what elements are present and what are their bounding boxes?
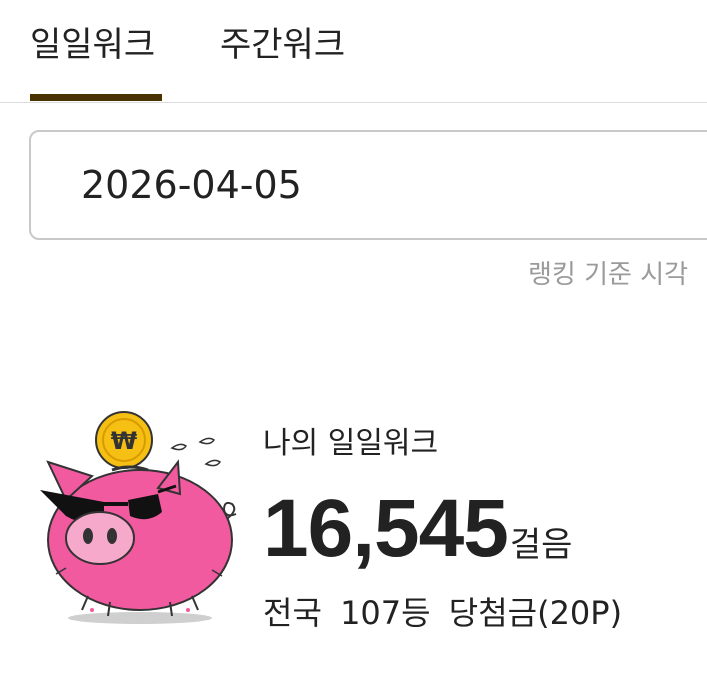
- svg-text:₩: ₩: [111, 427, 138, 455]
- selected-tab-indicator: [30, 94, 162, 101]
- coin-icon: ₩: [95, 411, 153, 469]
- tab-bar: 일일워크 주간워크: [0, 0, 707, 103]
- tab-daily-walk[interactable]: 일일워크: [30, 22, 155, 68]
- date-picker-field[interactable]: 2026-04-05: [29, 130, 707, 240]
- ranking-time-note: 랭킹 기준 시각: [528, 260, 689, 290]
- mascot-shadow: [68, 612, 212, 624]
- rank-summary: 전국 107등 당첨금(20P): [263, 588, 622, 634]
- step-count: 16,545걸음: [263, 482, 572, 576]
- step-count-unit: 걸음: [509, 525, 573, 565]
- sweat-drops-icon: [170, 437, 222, 467]
- my-daily-walk-title: 나의 일일워크: [263, 426, 439, 461]
- pig-piggy-bank-icon: ₩: [40, 411, 237, 624]
- rank-scope: 전국: [263, 594, 322, 632]
- rank-position: 107등: [340, 594, 431, 632]
- prize-amount: 당첨금(20P): [448, 594, 623, 632]
- step-count-value: 16,545: [263, 483, 509, 574]
- tab-weekly-walk[interactable]: 주간워크: [220, 22, 345, 68]
